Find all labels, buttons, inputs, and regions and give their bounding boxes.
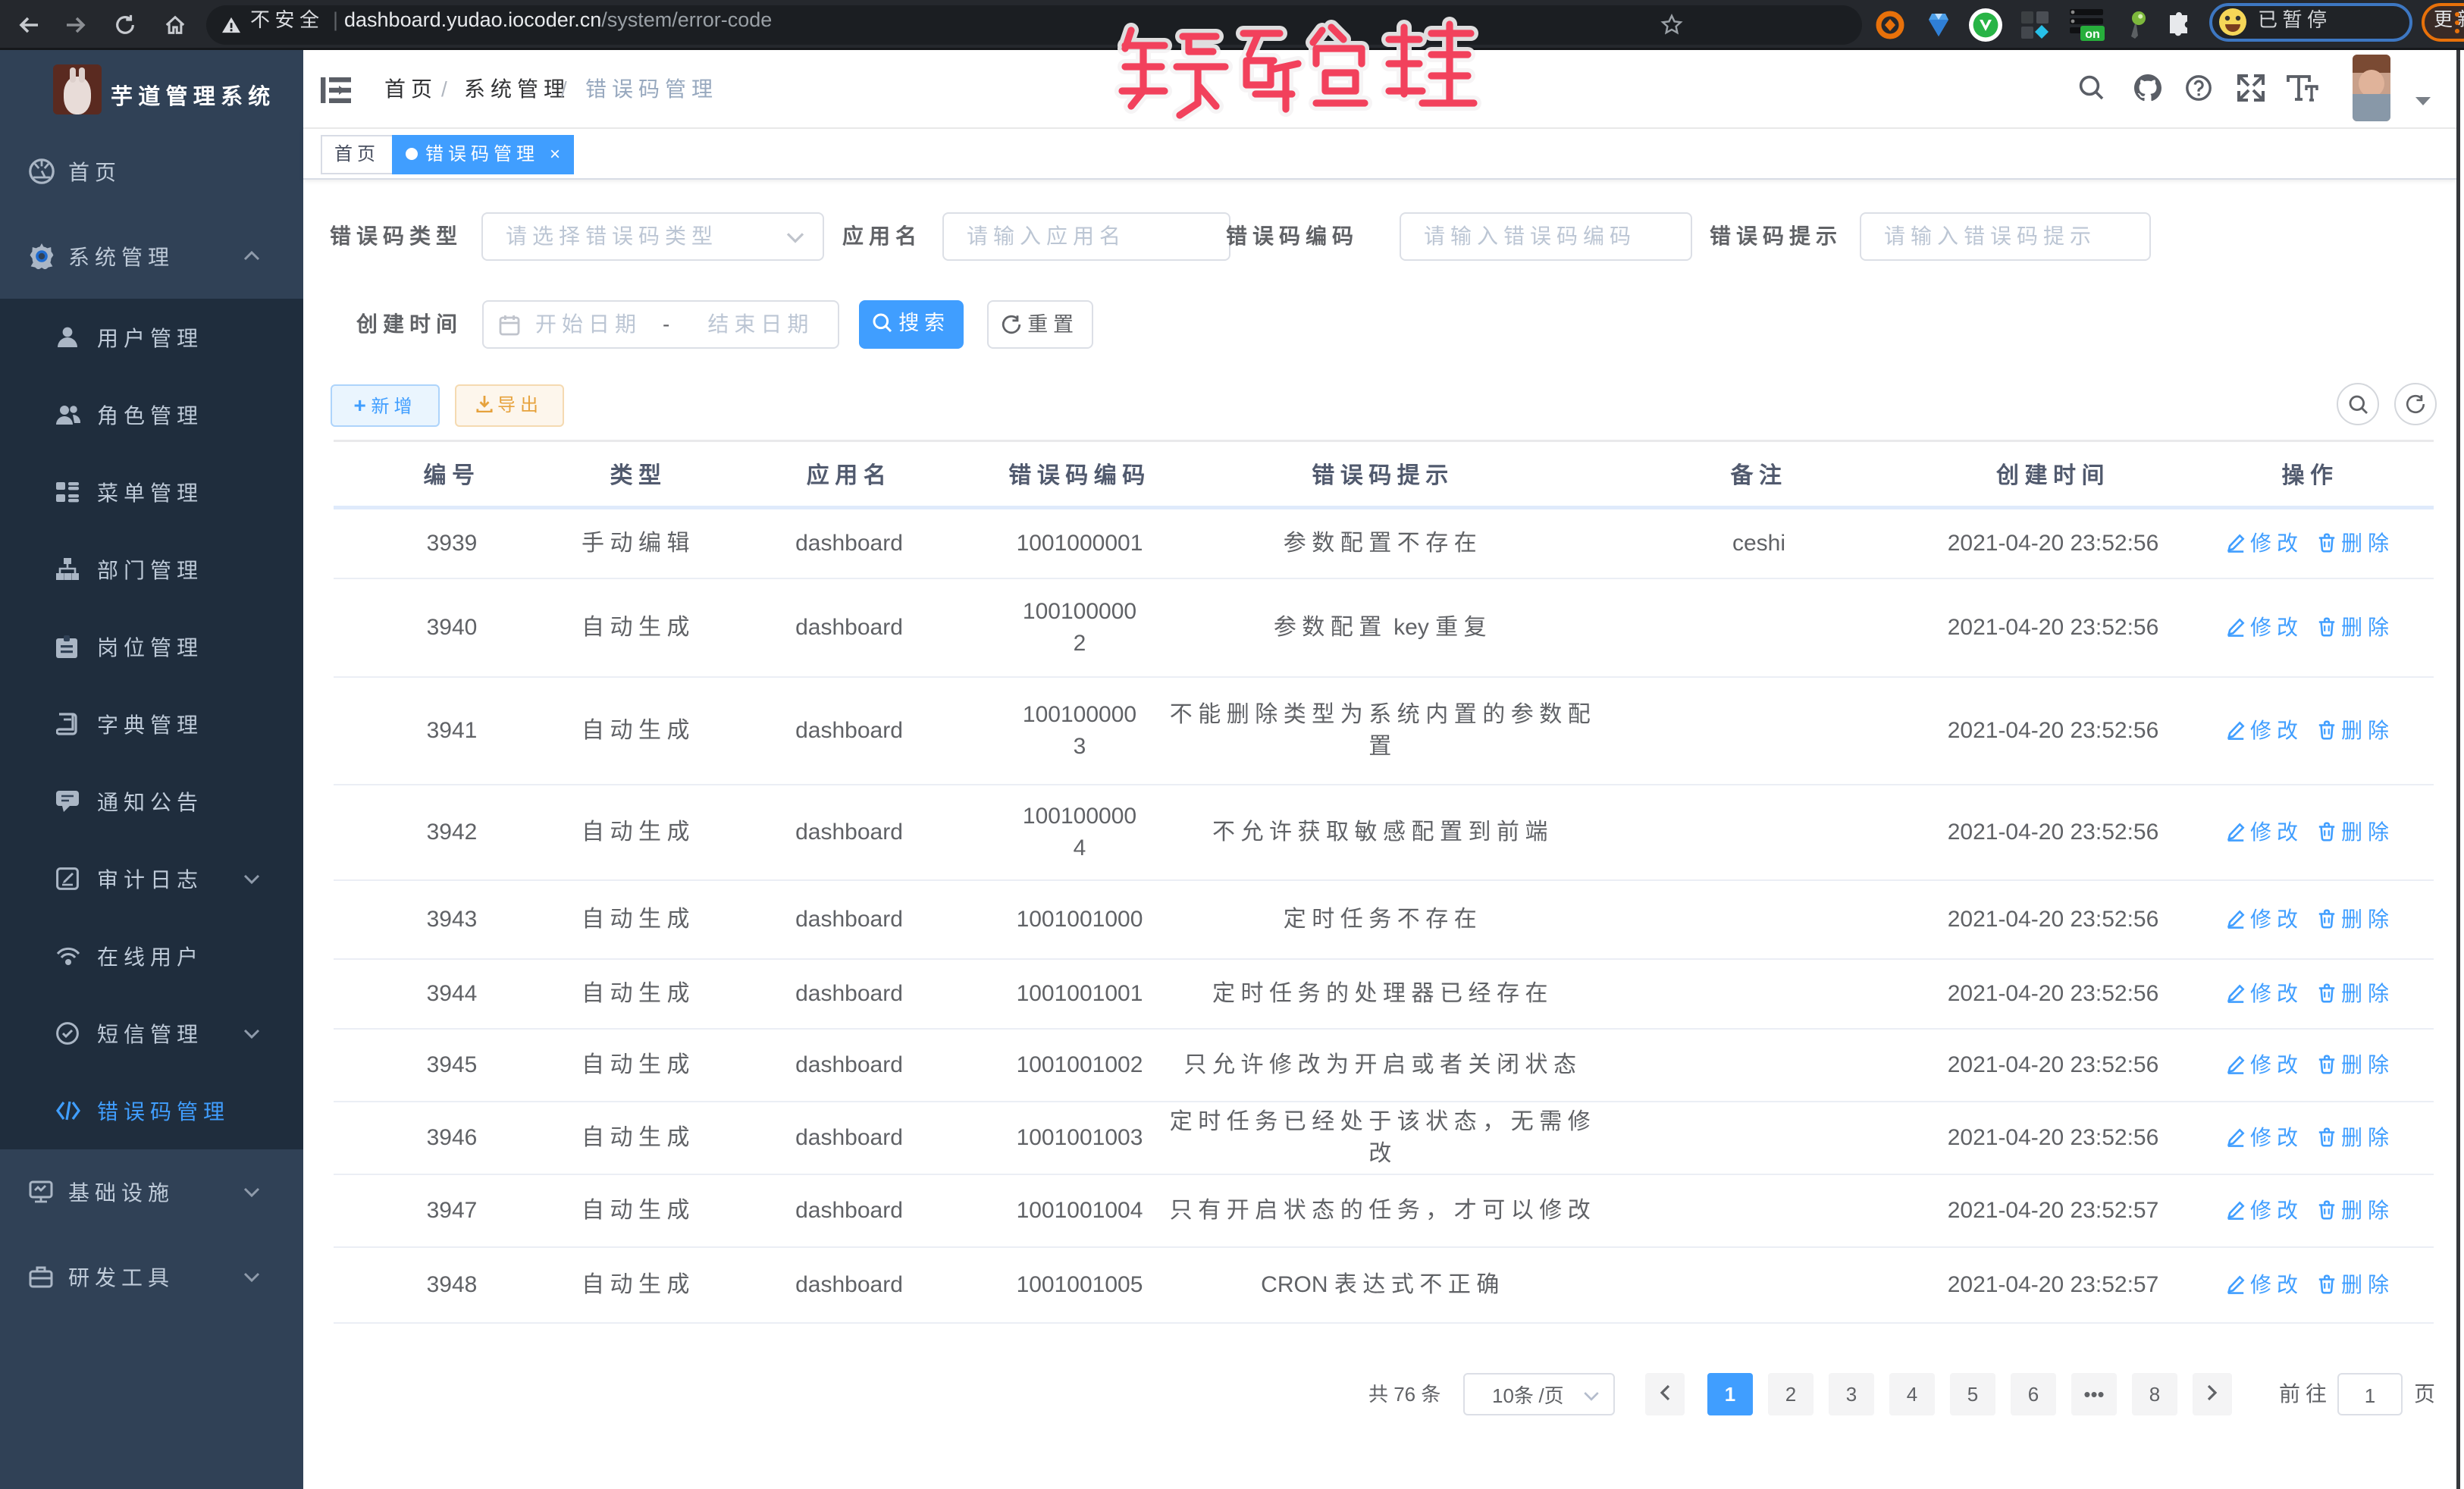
svg-text:on: on bbox=[2085, 28, 2100, 41]
